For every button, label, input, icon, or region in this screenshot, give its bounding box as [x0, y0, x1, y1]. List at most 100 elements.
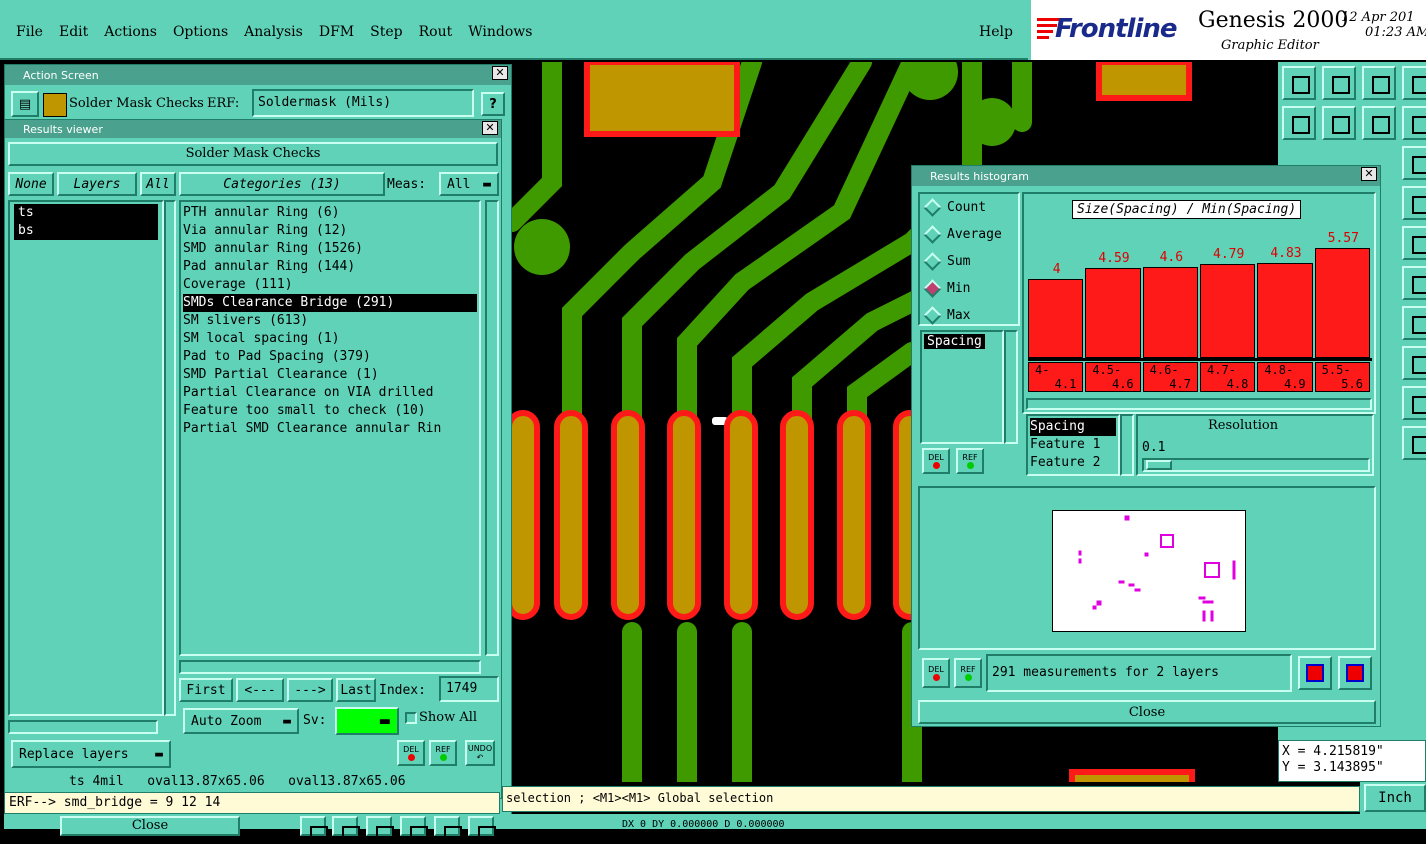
close-icon[interactable]: ✕: [482, 121, 498, 135]
histogram-bar[interactable]: [1257, 262, 1313, 358]
ref-button[interactable]: REF: [429, 740, 457, 766]
toolbar-right-icon[interactable]: [1322, 106, 1356, 140]
index-input[interactable]: 1749: [439, 676, 499, 702]
erf-value[interactable]: Soldermask (Mils): [252, 89, 474, 117]
next-button[interactable]: --->: [287, 678, 333, 702]
layer-item[interactable]: bs: [14, 222, 158, 240]
histogram-bar[interactable]: [1200, 263, 1256, 358]
strip-edit-icon[interactable]: [400, 816, 428, 844]
histogram-close-button[interactable]: Close: [918, 700, 1376, 724]
histogram-bar[interactable]: [1085, 267, 1141, 358]
category-item[interactable]: Feature too small to check (10): [183, 402, 477, 420]
toolbar-left-icon[interactable]: [1282, 106, 1316, 140]
show-all-checkbox[interactable]: [405, 712, 417, 724]
category-item[interactable]: SMD Partial Clearance (1): [183, 366, 477, 384]
toolbar-extra-icon[interactable]: [1402, 66, 1426, 100]
category-item[interactable]: Pad annular Ring (144): [183, 258, 477, 276]
preview-ref-button[interactable]: REF: [954, 658, 982, 688]
zoom-out-chart-icon[interactable]: [1338, 656, 1372, 690]
measure-scrollbar[interactable]: [1004, 330, 1018, 444]
replace-layers-dropdown[interactable]: Replace layers ▬: [11, 740, 171, 768]
menu-item-analysis[interactable]: Analysis: [244, 24, 303, 40]
layers-all-button[interactable]: All: [140, 172, 176, 196]
mode-radio-sum[interactable]: Sum: [920, 248, 1018, 275]
strip-doc-icon[interactable]: [434, 816, 462, 844]
command-line[interactable]: selection ; <M1><M1> Global selection: [502, 786, 1360, 812]
resolution-slider-thumb[interactable]: [1146, 460, 1172, 470]
category-item[interactable]: Coverage (111): [183, 276, 477, 294]
menu-help[interactable]: Help: [979, 24, 1013, 40]
close-icon[interactable]: ✕: [492, 66, 508, 80]
toolbar-zoom-icon[interactable]: [1402, 146, 1426, 180]
hist-ref-button[interactable]: REF: [956, 448, 984, 474]
feature-item[interactable]: Feature 2: [1030, 454, 1116, 472]
help-button[interactable]: ?: [481, 92, 505, 116]
feature-item[interactable]: Spacing: [1030, 418, 1116, 436]
undo-button[interactable]: UNDO ↶: [465, 740, 495, 766]
category-item[interactable]: SMD annular Ring (1526): [183, 240, 477, 258]
category-item[interactable]: SM slivers (613): [183, 312, 477, 330]
strip-chart-icon[interactable]: [468, 816, 496, 844]
menu-item-options[interactable]: Options: [173, 24, 228, 40]
category-item[interactable]: Via annular Ring (12): [183, 222, 477, 240]
meas-dropdown[interactable]: All ▬: [439, 172, 499, 196]
zoom-mode-dropdown[interactable]: Auto Zoom ▬: [183, 708, 299, 734]
categories-scrollbar[interactable]: [485, 200, 499, 656]
categories-list[interactable]: PTH annular Ring (6) Via annular Ring (12…: [179, 200, 481, 656]
category-item[interactable]: PTH annular Ring (6): [183, 204, 477, 222]
layers-scrollbar[interactable]: [164, 200, 176, 716]
category-item[interactable]: Partial SMD Clearance annular Rin: [183, 420, 477, 438]
del-button[interactable]: DEL: [397, 740, 425, 766]
feature-item[interactable]: Feature 1: [1030, 436, 1116, 454]
toolbar-arc-icon[interactable]: [1402, 386, 1426, 420]
category-item[interactable]: Pad to Pad Spacing (379): [183, 348, 477, 366]
menu-item-step[interactable]: Step: [370, 24, 402, 40]
categories-hscrollbar[interactable]: [179, 660, 481, 674]
feature-scrollbar[interactable]: [1120, 414, 1134, 476]
menu-item-windows[interactable]: Windows: [468, 24, 532, 40]
histogram-bar[interactable]: [1142, 267, 1198, 358]
menu-item-rout[interactable]: Rout: [419, 24, 453, 40]
strip-cross-icon[interactable]: [366, 816, 394, 844]
layers-none-button[interactable]: None: [8, 172, 54, 196]
toolbar-layer-icon[interactable]: [1402, 186, 1426, 220]
preview-canvas[interactable]: [1052, 510, 1246, 632]
toolbar-swap-icon[interactable]: [1362, 106, 1396, 140]
category-item[interactable]: SM local spacing (1): [183, 330, 477, 348]
toolbar-ruler-icon[interactable]: [1402, 426, 1426, 460]
close-button[interactable]: Close: [60, 816, 240, 836]
category-item[interactable]: Partial Clearance on VIA drilled: [183, 384, 477, 402]
action-list-icon[interactable]: ▤: [11, 91, 39, 117]
mode-radio-average[interactable]: Average: [920, 221, 1018, 248]
strip-stop-icon[interactable]: [332, 816, 360, 844]
strip-layer-icon[interactable]: [300, 816, 328, 844]
first-button[interactable]: First: [179, 678, 233, 702]
mode-radio-min[interactable]: Min: [920, 275, 1018, 302]
sv-color-dropdown[interactable]: ▬: [335, 707, 399, 735]
category-item[interactable]: SMDs Clearance Bridge (291): [183, 294, 477, 312]
layers-hscrollbar[interactable]: [8, 720, 158, 734]
hist-del-button[interactable]: DEL: [922, 448, 950, 474]
measure-list[interactable]: Spacing: [920, 330, 1004, 444]
prev-button[interactable]: <---: [236, 678, 284, 702]
menu-item-file[interactable]: File: [16, 24, 43, 40]
measure-item[interactable]: Spacing: [924, 334, 985, 349]
layers-list[interactable]: ts bs: [8, 200, 164, 716]
feature-list[interactable]: Spacing Feature 1 Feature 2: [1026, 414, 1120, 476]
menu-item-dfm[interactable]: DFM: [319, 24, 354, 40]
histogram-bar[interactable]: [1028, 279, 1084, 358]
layer-item[interactable]: ts: [14, 204, 158, 222]
toolbar-grid-icon[interactable]: [1402, 106, 1426, 140]
menu-item-actions[interactable]: Actions: [104, 24, 157, 40]
toolbar-save-icon[interactable]: [1322, 66, 1356, 100]
toolbar-home-icon[interactable]: [1282, 66, 1316, 100]
toolbar-measure-icon[interactable]: [1402, 266, 1426, 300]
last-button[interactable]: Last: [336, 678, 376, 702]
toolbar-net-icon[interactable]: [1402, 346, 1426, 380]
zoom-in-chart-icon[interactable]: [1298, 656, 1332, 690]
toolbar-house-icon[interactable]: [1362, 66, 1396, 100]
toolbar-circle-icon[interactable]: [1402, 226, 1426, 260]
resolution-slider[interactable]: [1142, 458, 1370, 472]
preview-del-button[interactable]: DEL: [922, 658, 950, 688]
close-icon[interactable]: ✕: [1361, 167, 1377, 181]
